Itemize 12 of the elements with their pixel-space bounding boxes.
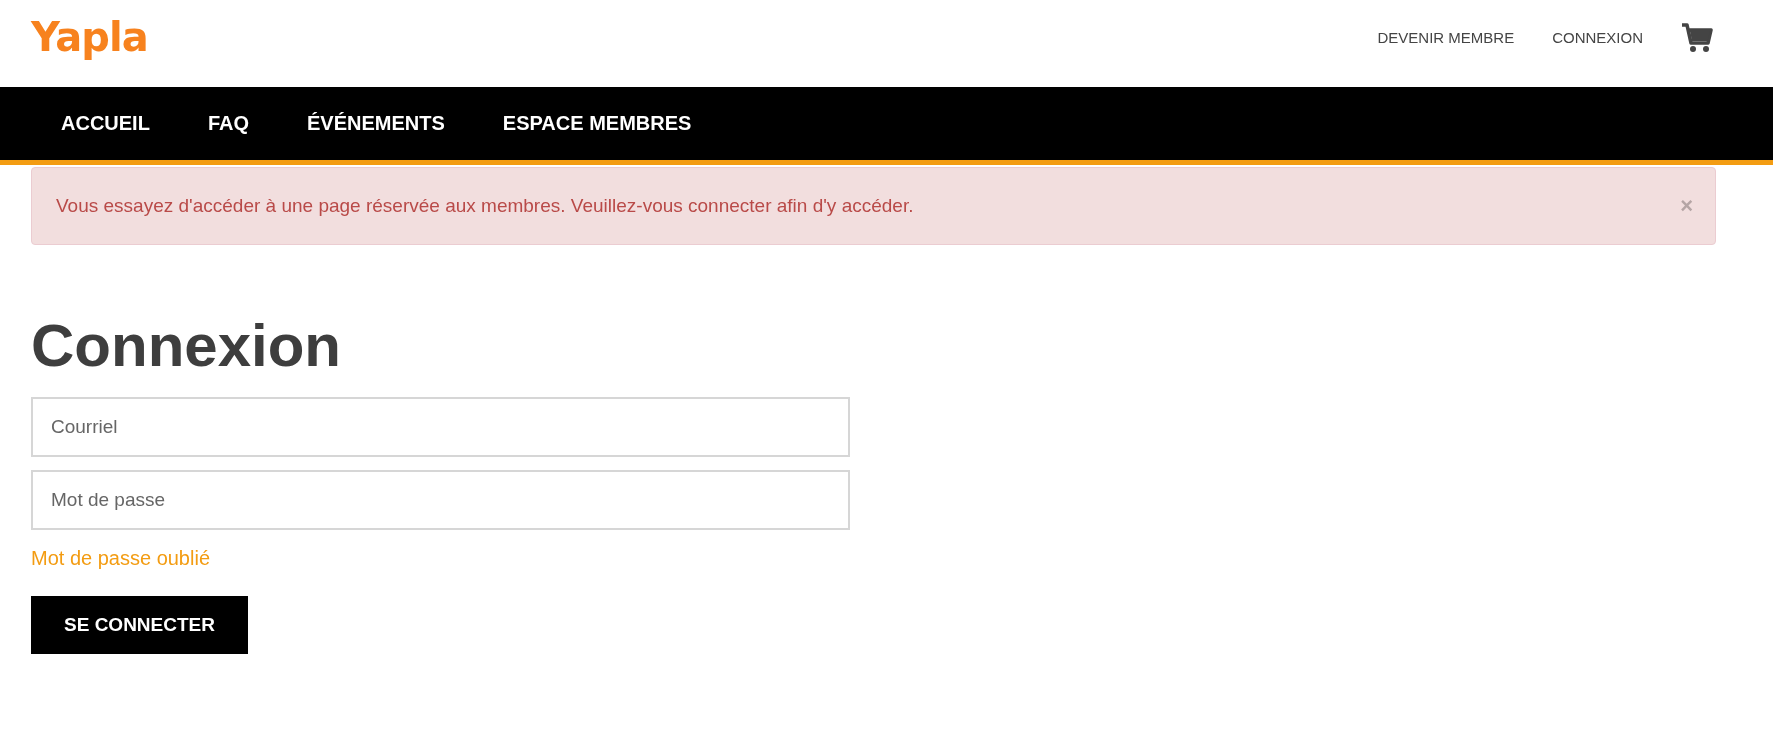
cart-icon[interactable] (1681, 22, 1713, 53)
password-field[interactable]: Mot de passe (31, 470, 850, 530)
login-button[interactable]: SE CONNECTER (31, 596, 248, 654)
nav-link[interactable]: ESPACE MEMBRES (502, 112, 692, 135)
header-link[interactable]: DEVENIR MEMBRE (1377, 29, 1515, 46)
nav-link[interactable]: FAQ (207, 112, 249, 135)
header-link[interactable]: CONNEXION (1552, 29, 1643, 46)
page-title: Connexion (31, 313, 341, 379)
nav-link[interactable]: ACCUEIL (61, 112, 150, 135)
email-field[interactable]: Courriel (31, 397, 850, 457)
alert-message: Vous essayez d'accéder à une page réservée aux membres. Veuillez-vous connecter afin d'y accéder. (56, 195, 914, 217)
nav-link[interactable]: ÉVÉNEMENTS (307, 112, 445, 135)
